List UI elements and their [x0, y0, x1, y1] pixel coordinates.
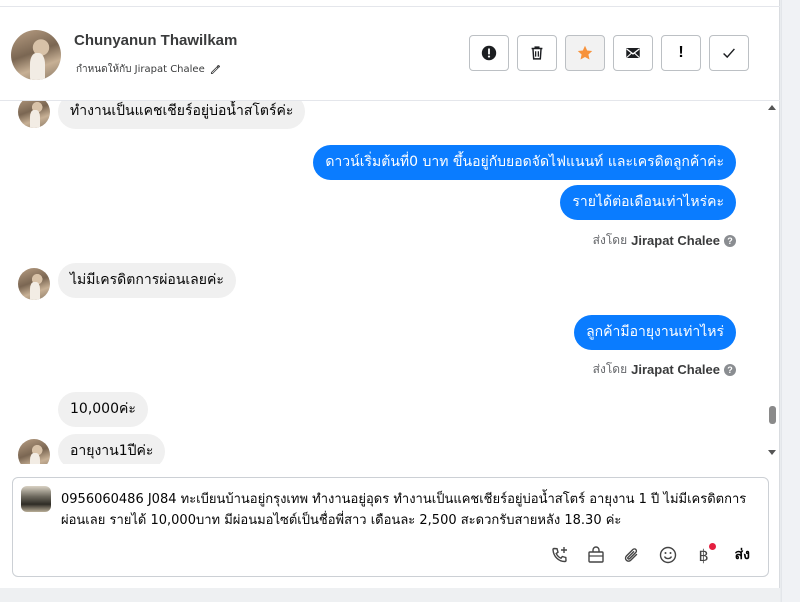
contact-name[interactable]: Chunyanun Thawilkam — [74, 32, 237, 49]
incoming-message[interactable]: ไม่มีเครดิตการผ่อนเลยค่ะ — [58, 263, 236, 298]
delete-button[interactable] — [517, 35, 557, 71]
star-button[interactable] — [565, 35, 605, 71]
app-window: Chunyanun Thawilkam กำหนดให้กับ Jirapat … — [0, 0, 800, 602]
follow-up-button[interactable]: ! — [661, 35, 701, 71]
paperclip-icon[interactable] — [621, 544, 643, 566]
contact-avatar-small — [18, 439, 50, 464]
scrollbar-thumb[interactable] — [769, 406, 776, 424]
shopping-bag-icon[interactable] — [585, 544, 607, 566]
composer-toolbar: ฿ ส่ง — [549, 543, 750, 566]
star-icon — [577, 45, 593, 60]
contact-avatar[interactable] — [11, 30, 61, 80]
done-button[interactable] — [709, 35, 749, 71]
sent-by-indicator: ส่งโดย Jirapat Chalee ? — [593, 360, 736, 379]
sent-by-indicator: ส่งโดย Jirapat Chalee ? — [593, 231, 736, 250]
mark-unread-button[interactable] — [613, 35, 653, 71]
contact-avatar-small — [18, 101, 50, 128]
sent-by-name: Jirapat Chalee — [631, 233, 720, 248]
scroll-down-arrow-icon[interactable] — [767, 449, 777, 457]
bottom-bar — [0, 588, 780, 602]
spam-button[interactable] — [469, 35, 509, 71]
conversation-panel: Chunyanun Thawilkam กำหนดให้กับ Jirapat … — [0, 0, 780, 602]
message-composer[interactable]: 0956060486 J084 ทะเบียนบ้านอยู่กรุงเทพ ท… — [12, 477, 769, 577]
pencil-icon[interactable] — [210, 64, 221, 75]
message-input[interactable]: 0956060486 J084 ทะเบียนบ้านอยู่กรุงเทพ ท… — [61, 489, 761, 531]
sent-by-name: Jirapat Chalee — [631, 362, 720, 377]
smiley-icon[interactable] — [657, 544, 679, 566]
assignee-row[interactable]: กำหนดให้กับ Jirapat Chalee — [76, 62, 221, 77]
outgoing-message[interactable]: ดาวน์เริ่มต้นที่0 บาท ขึ้นอยู่กับยอดจัดไ… — [313, 145, 736, 180]
checkmark-icon — [723, 48, 735, 59]
side-panel-edge — [781, 0, 800, 602]
message-list[interactable]: ทำงานเป็นแคชเชียร์อยู่บ่อน้ำสโตร์ค่ะ ดาว… — [0, 101, 766, 464]
alert-circle-icon — [481, 45, 497, 61]
attached-image-thumbnail[interactable] — [21, 486, 51, 512]
incoming-message[interactable]: อายุงาน1ปีค่ะ — [58, 434, 166, 464]
header-actions: ! — [469, 35, 749, 71]
envelope-icon — [626, 48, 640, 58]
outgoing-message[interactable]: ลูกค้ามีอายุงานเท่าไหร่ — [574, 315, 736, 350]
sent-by-label: ส่งโดย — [592, 362, 628, 376]
assignee-label: กำหนดให้กับ Jirapat Chalee — [76, 64, 205, 75]
phone-plus-icon[interactable] — [549, 544, 571, 566]
incoming-message[interactable]: ทำงานเป็นแคชเชียร์อยู่บ่อน้ำสโตร์ค่ะ — [58, 101, 306, 129]
contact-avatar-small — [18, 268, 50, 300]
trash-icon — [531, 46, 543, 60]
scroll-up-arrow-icon[interactable] — [767, 103, 777, 111]
baht-symbol: ฿ — [698, 545, 709, 565]
notification-dot — [708, 543, 716, 550]
outgoing-message[interactable]: รายได้ต่อเดือนเท่าไหร่คะ — [560, 185, 736, 220]
send-button[interactable]: ส่ง — [729, 544, 750, 566]
info-icon[interactable]: ? — [724, 234, 736, 247]
conversation-header: Chunyanun Thawilkam กำหนดให้กับ Jirapat … — [0, 7, 780, 101]
baht-icon[interactable]: ฿ — [693, 543, 716, 566]
info-icon[interactable]: ? — [724, 363, 736, 376]
incoming-message[interactable]: 10,000ค่ะ — [58, 392, 148, 427]
sent-by-label: ส่งโดย — [592, 233, 628, 247]
